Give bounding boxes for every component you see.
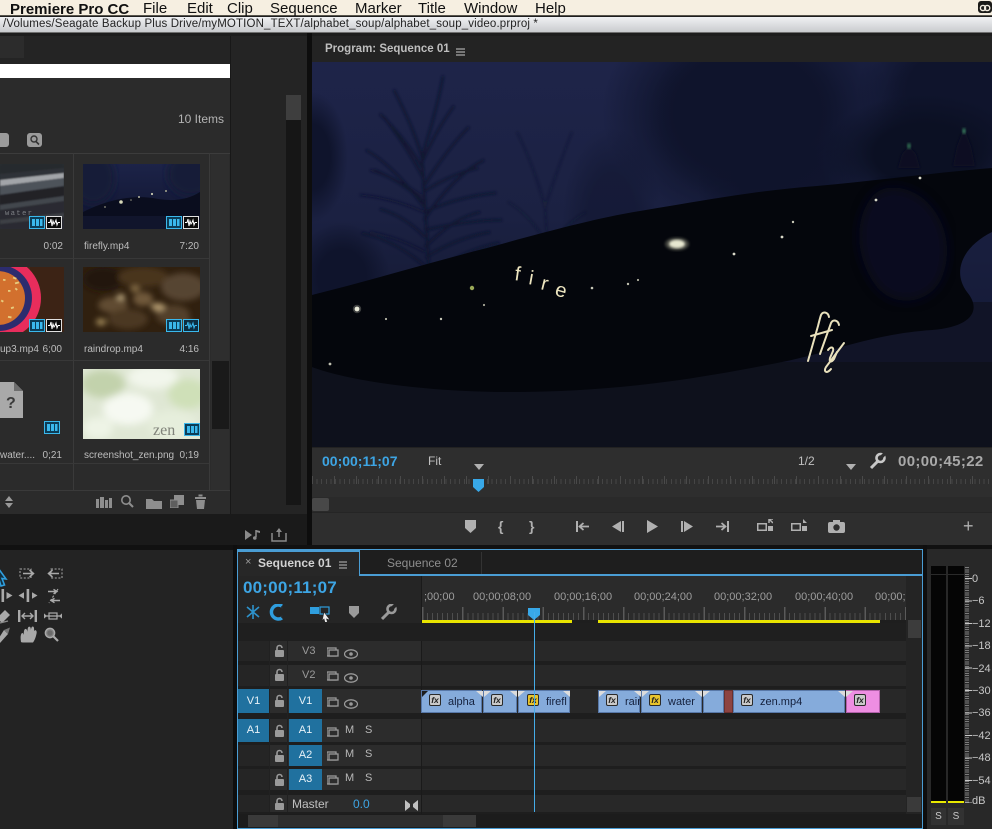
svg-text:?: ? — [6, 395, 16, 412]
svg-text:zen: zen — [153, 422, 175, 439]
